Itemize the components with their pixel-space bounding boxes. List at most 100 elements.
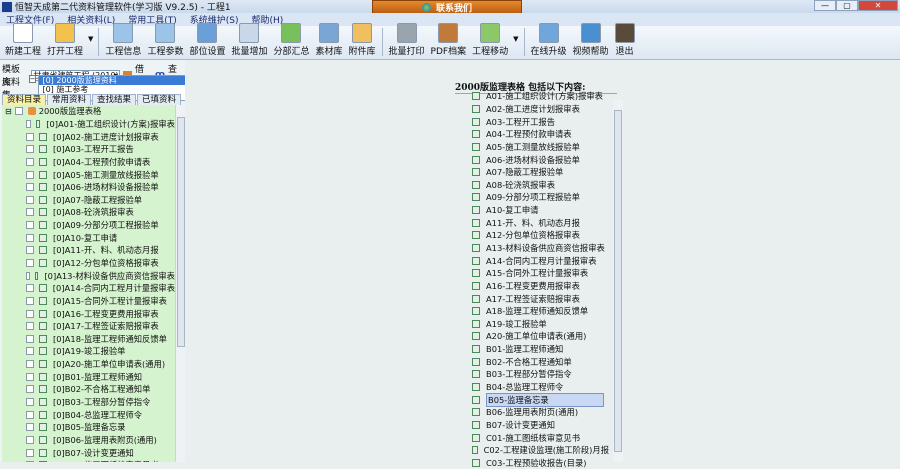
checkbox[interactable]: [26, 157, 34, 166]
checkbox[interactable]: [26, 322, 34, 331]
checkbox[interactable]: [26, 183, 34, 192]
content-list-item[interactable]: A18-监理工程师通知反馈单: [472, 305, 609, 318]
tree-item[interactable]: [0]A07-隐蔽工程报验单: [2, 193, 175, 206]
dropdown-arrow-icon[interactable]: ▼: [513, 35, 518, 43]
content-list-item[interactable]: A08-砼浇筑报审表: [472, 178, 609, 191]
collapse-icon[interactable]: −: [28, 75, 37, 83]
toolbar-button-pages[interactable]: 批量增加: [228, 23, 270, 59]
tree-item[interactable]: [0]B01-监理工程师通知: [2, 370, 175, 383]
collapse-icon[interactable]: ⊟: [5, 107, 12, 116]
tree-item[interactable]: [0]A05-施工测量放线报验单: [2, 168, 175, 181]
checkbox[interactable]: [26, 296, 34, 305]
content-list-item[interactable]: A14-合同内工程月计量报审表: [472, 254, 609, 267]
checkbox[interactable]: [26, 170, 34, 179]
checkbox[interactable]: [26, 423, 34, 432]
checkbox[interactable]: [26, 448, 34, 457]
checkbox[interactable]: [26, 385, 34, 394]
tree-item[interactable]: [0]A10-复工申请: [2, 231, 175, 244]
tree-item[interactable]: [0]B04-总监理工程师令: [2, 408, 175, 421]
content-list-item[interactable]: B07-设计变更通知: [472, 419, 609, 432]
content-list-item[interactable]: A12-分包单位资格报审表: [472, 229, 609, 242]
checkbox[interactable]: [26, 309, 34, 318]
content-scrollbar[interactable]: [613, 100, 623, 462]
tree-root[interactable]: ⊟ 2000版监理表格: [2, 105, 175, 118]
checkbox[interactable]: [26, 221, 34, 230]
content-list-item[interactable]: A17-工程签证索赔报审表: [472, 292, 609, 305]
content-list-item[interactable]: A02-施工进度计划报审表: [472, 103, 609, 116]
checkbox[interactable]: [26, 208, 34, 217]
checkbox[interactable]: [26, 271, 30, 280]
checkbox[interactable]: [26, 119, 31, 128]
tree-item[interactable]: [0]A09-分部分项工程报验单: [2, 219, 175, 232]
toolbar-button-hierarchy[interactable]: 部位设置: [186, 23, 228, 59]
tree-item[interactable]: [0]B05-监理备忘录: [2, 421, 175, 434]
content-list-item[interactable]: B03-工程部分暂停指令: [472, 368, 609, 381]
scroll-thumb[interactable]: [177, 117, 185, 347]
checkbox[interactable]: [26, 360, 34, 369]
toolbar-button-move[interactable]: 工程移动: [469, 23, 511, 59]
content-list-item[interactable]: C02-工程建设监理(施工阶段)月报: [472, 444, 609, 457]
checkbox[interactable]: [26, 398, 34, 407]
toolbar-button-new-document[interactable]: 新建工程: [2, 23, 44, 59]
tree-item[interactable]: [0]A14-合同内工程月计量报审表: [2, 282, 175, 295]
tree-item[interactable]: [0]A20-施工单位申请表(通用): [2, 358, 175, 371]
content-list-item[interactable]: A10-复工申请: [472, 204, 609, 217]
toolbar-button-globe-upgrade[interactable]: 在线升级: [528, 23, 570, 59]
content-list-item[interactable]: A16-工程变更费用报审表: [472, 280, 609, 293]
checkbox[interactable]: [26, 233, 34, 242]
content-list-item[interactable]: A15-合同外工程计量报审表: [472, 267, 609, 280]
tree-item[interactable]: [0]A19-竣工报验单: [2, 345, 175, 358]
content-list-item[interactable]: C01-施工图纸核审意见书: [472, 431, 609, 444]
content-list-item[interactable]: A04-工程预付款申请表: [472, 128, 609, 141]
checkbox[interactable]: [26, 246, 34, 255]
content-list-item[interactable]: A11-开、料、机动态月报: [472, 216, 609, 229]
content-list-item[interactable]: A20-施工单位申请表(通用): [472, 330, 609, 343]
checkbox[interactable]: [26, 435, 34, 444]
checkbox[interactable]: [26, 132, 34, 141]
scroll-thumb[interactable]: [614, 110, 622, 452]
content-list-item[interactable]: A19-竣工报验单: [472, 318, 609, 331]
checkbox[interactable]: [26, 410, 34, 419]
tree-item[interactable]: [0]A06-进场材料设备报验单: [2, 181, 175, 194]
tab-catalog[interactable]: 资料目录: [2, 94, 47, 105]
toolbar-button-org-chart[interactable]: 分部汇总: [270, 23, 312, 59]
content-list-item[interactable]: A09-分部分项工程报验单: [472, 191, 609, 204]
set-option[interactable]: [0] 施工参考: [39, 85, 197, 94]
tree-item[interactable]: [0]A03-工程开工报告: [2, 143, 175, 156]
checkbox[interactable]: [26, 284, 34, 293]
tree-item[interactable]: [0]A15-合同外工程计量报审表: [2, 295, 175, 308]
set-option[interactable]: [0] 2000版监理资料: [39, 76, 198, 85]
toolbar-button-building-info[interactable]: 工程信息: [102, 23, 144, 59]
tree-item[interactable]: [0]B07-设计变更通知: [2, 446, 175, 459]
tree-item[interactable]: [0]A16-工程变更费用报审表: [2, 307, 175, 320]
tree-item[interactable]: [0]A04-工程预付款申请表: [2, 156, 175, 169]
content-list-item[interactable]: A06-进场材料设备报验单: [472, 153, 609, 166]
toolbar-button-library[interactable]: 素材库: [313, 23, 346, 59]
toolbar-button-pdf[interactable]: PDF档案: [428, 23, 470, 59]
close-button[interactable]: ✕: [858, 0, 898, 11]
toolbar-button-printer[interactable]: 批量打印: [386, 23, 428, 59]
tab-common[interactable]: 常用资料: [47, 94, 92, 105]
content-list-item[interactable]: A07-隐蔽工程报验单: [472, 166, 609, 179]
tree-item[interactable]: [0]A12-分包单位资格报审表: [2, 257, 175, 270]
tree-item[interactable]: [0]B06-监理用表附页(通用): [2, 434, 175, 447]
tab-search-results[interactable]: 查找结果: [92, 94, 137, 105]
dropdown-arrow-icon[interactable]: ▼: [88, 35, 93, 43]
toolbar-button-attachment-folder[interactable]: 附件库: [346, 23, 379, 59]
tree-item[interactable]: [0]B02-不合格工程通知单: [2, 383, 175, 396]
tree-item[interactable]: [0]A08-砼浇筑报审表: [2, 206, 175, 219]
checkbox[interactable]: [26, 334, 34, 343]
content-list-item[interactable]: C03-工程预验收报告(目录): [472, 457, 609, 469]
checkbox[interactable]: [26, 145, 34, 154]
checkbox[interactable]: [26, 259, 34, 267]
toolbar-button-building-params[interactable]: 工程参数: [144, 23, 186, 59]
toolbar-button-monitor[interactable]: 视频帮助: [570, 23, 612, 59]
content-list-item[interactable]: B06-监理用表附页(通用): [472, 406, 609, 419]
content-list-item[interactable]: B05-监理备忘录: [472, 392, 609, 407]
tab-filled[interactable]: 已填资料: [137, 94, 182, 105]
tree-item[interactable]: [0]A13-材料设备供应商资信报审表: [2, 269, 175, 282]
minimize-button[interactable]: —: [814, 0, 836, 11]
tree-item[interactable]: [0]A17-工程签证索赔报审表: [2, 320, 175, 333]
toolbar-button-exit-door[interactable]: 退出: [612, 23, 638, 59]
content-list-item[interactable]: A05-施工测量放线报验单: [472, 141, 609, 154]
